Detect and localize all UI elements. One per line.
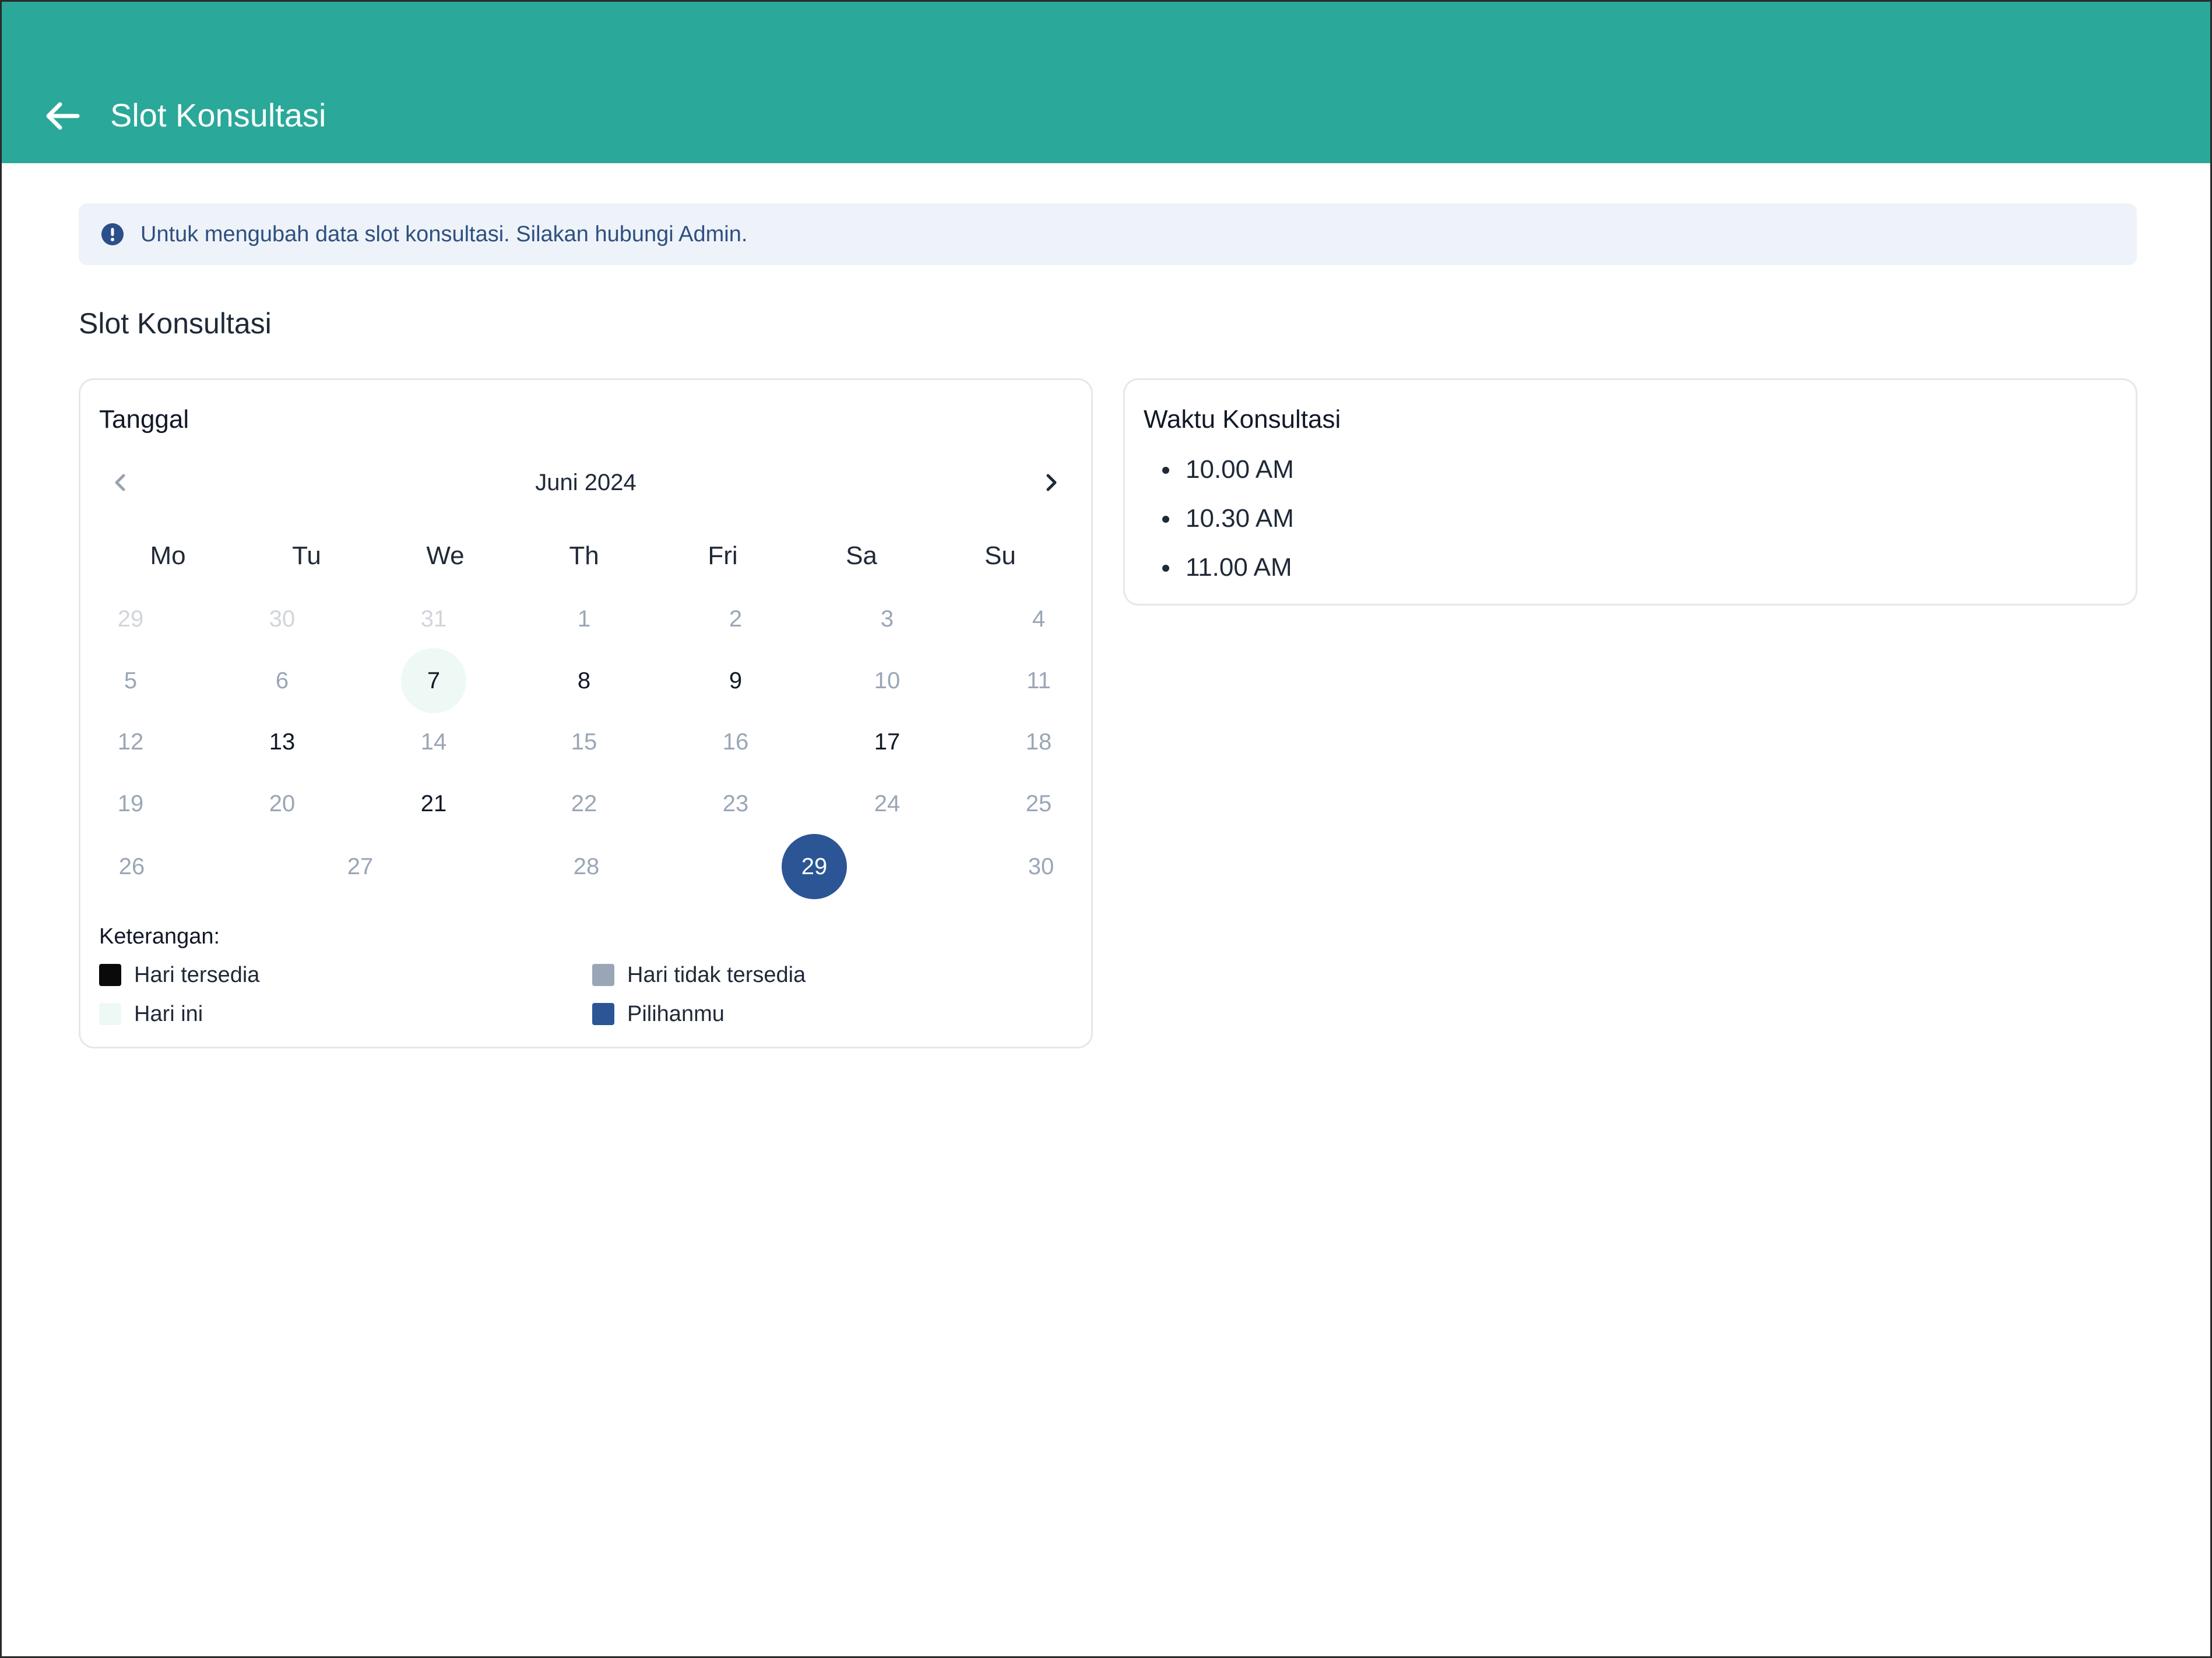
calendar-day: 14 xyxy=(420,729,447,755)
calendar-day: 1 xyxy=(577,606,591,632)
calendar-day: 26 xyxy=(118,854,145,879)
legend-label: Hari ini xyxy=(134,1002,203,1026)
calendar-day[interactable]: 13 xyxy=(249,709,315,775)
time-slot: 10.00 AM xyxy=(1162,445,1294,494)
calendar-card: Tanggal Juni 2024 Mo Tu We Th Fri Sa Su 29 30 31… xyxy=(79,378,1093,1048)
time-title: Waktu Konsultasi xyxy=(1144,405,1341,434)
time-card: Waktu Konsultasi 10.00 AM 10.30 AM 11.00 A… xyxy=(1123,378,2137,606)
weekday-header: Mo xyxy=(150,541,186,570)
legend-label: Hari tersedia xyxy=(134,963,260,987)
calendar-day: 23 xyxy=(722,791,749,816)
calendar-day: 2 xyxy=(729,606,743,632)
calendar-day[interactable]: 9 xyxy=(703,648,768,713)
month-label: Juni 2024 xyxy=(535,470,636,495)
calendar-day: 12 xyxy=(117,729,144,755)
calendar-day: 3 xyxy=(880,606,894,632)
weekday-header: Th xyxy=(569,541,599,570)
next-month-button[interactable] xyxy=(1035,466,1068,499)
info-circle-icon xyxy=(101,223,124,245)
calendar-day: 25 xyxy=(1025,791,1052,816)
calendar-day: 29 xyxy=(117,606,144,632)
calendar-day-selected[interactable]: 29 xyxy=(782,834,847,899)
legend-swatch xyxy=(592,964,614,986)
calendar-day: 24 xyxy=(874,791,901,816)
alert-message: Untuk mengubah data slot konsultasi. Sil… xyxy=(140,222,748,247)
app-header: Slot Konsultasi xyxy=(2,2,2210,163)
legend-swatch xyxy=(592,1003,614,1025)
calendar-day: 30 xyxy=(269,606,296,632)
calendar-day: 6 xyxy=(275,668,289,694)
calendar-day: 16 xyxy=(722,729,749,755)
arrow-left-icon xyxy=(46,102,80,130)
calendar-day: 4 xyxy=(1032,606,1046,632)
legend-label: Pilihanmu xyxy=(627,1002,725,1026)
calendar-day[interactable]: 21 xyxy=(401,771,466,836)
legend-swatch xyxy=(99,964,121,986)
weekday-header: We xyxy=(426,541,465,570)
calendar-day: 15 xyxy=(571,729,597,755)
chevron-right-icon xyxy=(1046,474,1057,491)
calendar-day: 27 xyxy=(347,854,374,879)
page-title: Slot Konsultasi xyxy=(110,97,326,133)
legend-title: Keterangan: xyxy=(99,924,220,949)
calendar-day[interactable]: 8 xyxy=(551,648,617,713)
info-alert: Untuk mengubah data slot konsultasi. Sil… xyxy=(79,203,2137,265)
calendar-day: 11 xyxy=(1026,668,1051,694)
back-button[interactable] xyxy=(41,95,83,137)
weekday-header: Sa xyxy=(846,541,877,570)
calendar-day: 5 xyxy=(124,668,138,694)
calendar-day: 10 xyxy=(874,668,901,694)
calendar-day: 20 xyxy=(269,791,296,816)
weekday-header: Fri xyxy=(708,541,738,570)
weekday-header: Su xyxy=(984,541,1016,570)
weekday-header: Tu xyxy=(292,541,321,570)
calendar-day: 31 xyxy=(420,606,447,632)
calendar-day: 18 xyxy=(1025,729,1052,755)
calendar-day[interactable]: 17 xyxy=(854,709,920,775)
legend-swatch xyxy=(99,1003,121,1025)
calendar-day: 22 xyxy=(571,791,597,816)
section-title: Slot Konsultasi xyxy=(79,307,272,340)
time-slot-list: 10.00 AM 10.30 AM 11.00 AM xyxy=(1162,445,1294,592)
calendar-day: 28 xyxy=(573,854,600,879)
time-slot: 10.30 AM xyxy=(1162,494,1294,543)
calendar-day: 30 xyxy=(1028,854,1054,879)
time-slot: 11.00 AM xyxy=(1162,543,1294,592)
calendar-title: Tanggal xyxy=(99,405,189,434)
calendar-day: 19 xyxy=(117,791,144,816)
legend-label: Hari tidak tersedia xyxy=(627,963,806,987)
calendar-day-today[interactable]: 7 xyxy=(401,648,466,713)
